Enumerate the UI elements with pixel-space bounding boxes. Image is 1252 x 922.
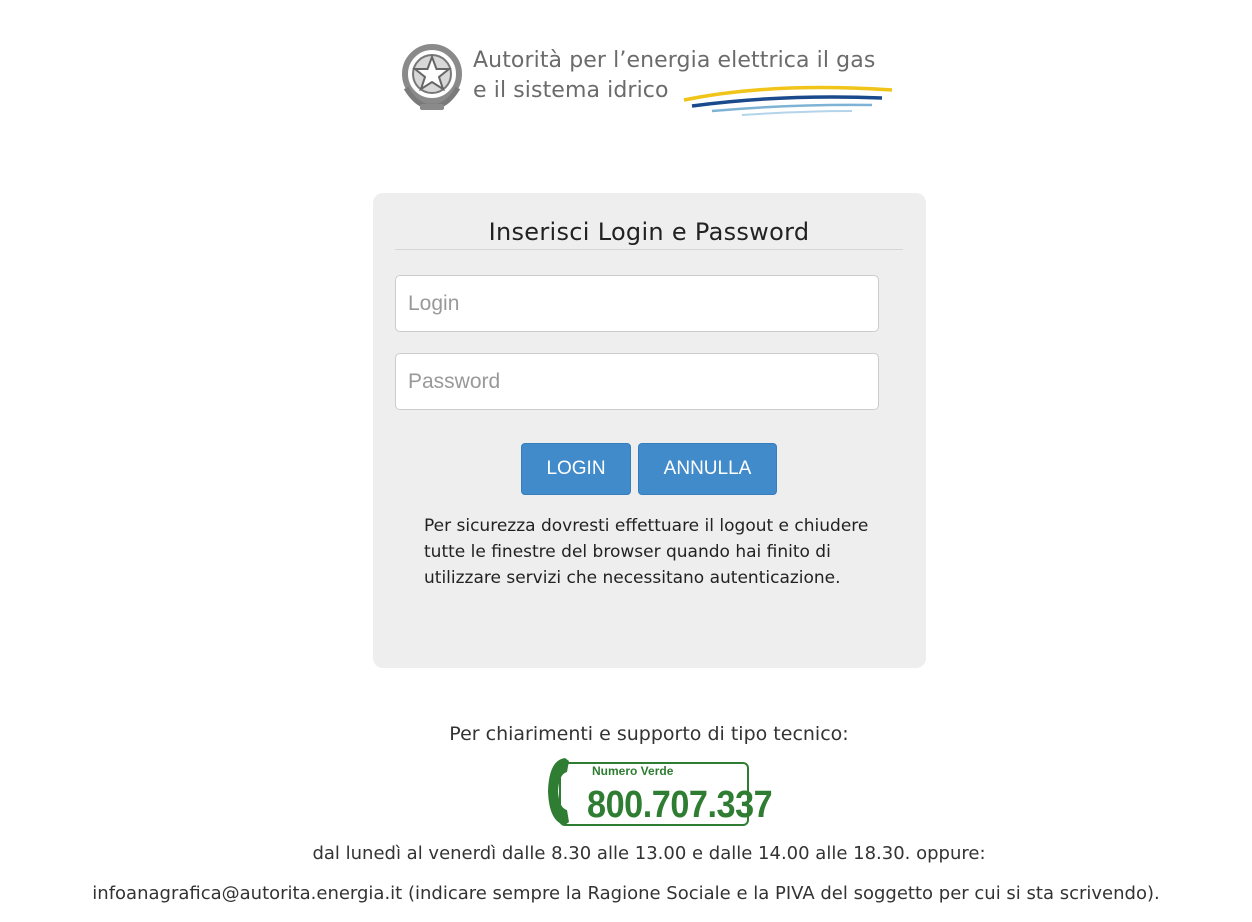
password-input[interactable] xyxy=(395,353,879,410)
toll-free-box: Numero Verde 800.707.337 xyxy=(559,762,773,826)
login-input[interactable] xyxy=(395,275,879,332)
panel-title: Inserisci Login e Password xyxy=(488,218,810,246)
security-note: Per sicurezza dovresti effettuare il log… xyxy=(424,516,869,588)
title-divider xyxy=(395,249,903,250)
toll-free-badge: Numero Verde 800.707.337 xyxy=(543,754,773,829)
login-button[interactable]: LOGIN xyxy=(521,443,631,495)
support-title: Per chiarimenti e supporto di tipo tecni… xyxy=(449,723,849,745)
login-panel: Inserisci Login e Password LOGIN ANNULLA… xyxy=(373,193,926,668)
cancel-button[interactable]: ANNULLA xyxy=(638,443,777,495)
italian-republic-emblem-icon xyxy=(402,44,462,110)
waves-logo-icon xyxy=(683,85,893,116)
support-email[interactable]: infoanagrafica@autorita.energia.it xyxy=(92,883,402,904)
organization-name-line1: Autorità per l’energia elettrica il gas xyxy=(473,48,876,73)
support-email-note: (indicare sempre la Ragione Sociale e la… xyxy=(402,883,1160,904)
authority-logo: Autorità per l’energia elettrica il gas … xyxy=(398,38,918,120)
toll-free-label: Numero Verde xyxy=(589,764,677,778)
support-contact: infoanagrafica@autorita.energia.it (indi… xyxy=(0,880,1252,908)
phone-number: 800.707.337 xyxy=(587,784,773,826)
support-hours: dal lunedì al venerdì dalle 8.30 alle 13… xyxy=(312,843,986,864)
telephone-handset-icon xyxy=(548,758,569,825)
login-page: Autorità per l’energia elettrica il gas … xyxy=(0,0,1252,922)
